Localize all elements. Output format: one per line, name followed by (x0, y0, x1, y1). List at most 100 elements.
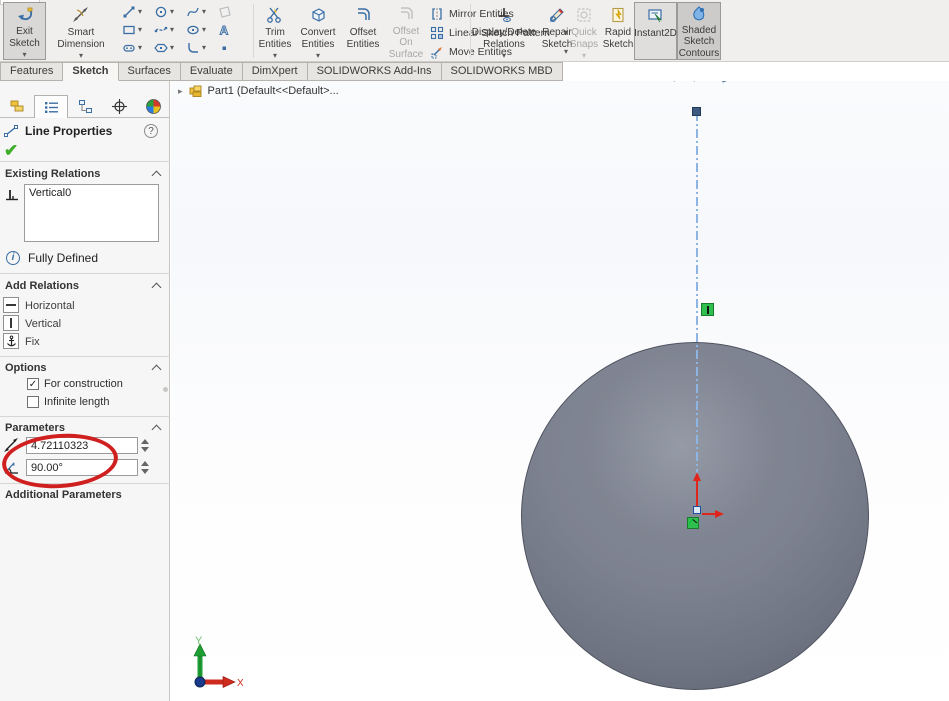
zoom-to-fit-icon[interactable] (660, 81, 677, 83)
for-construction-label[interactable]: For construction (44, 378, 123, 390)
dropdown-caret-icon[interactable]: ▾ (502, 52, 506, 60)
shaded-sketch-contours-button[interactable]: Shaded Sketch Contours (677, 2, 721, 60)
length-spinner[interactable] (141, 439, 149, 452)
edit-appearance-icon[interactable] (841, 81, 858, 83)
trim-entities-button[interactable]: Trim Entities ▾ (256, 2, 294, 60)
construction-line[interactable] (696, 112, 698, 510)
feature-manager-tab[interactable] (0, 95, 34, 118)
convert-entities-button[interactable]: Convert Entities ▾ (296, 2, 340, 60)
vertical-relation-label[interactable]: Vertical (25, 318, 61, 330)
display-manager-tab[interactable] (136, 95, 170, 118)
dropdown-caret-icon[interactable]: ▾ (202, 8, 206, 16)
coincident-relation-badge[interactable] (687, 517, 699, 529)
feature-tree-root[interactable]: ▸ Part1 (Default<<Default>... (178, 84, 339, 98)
infinite-length-label[interactable]: Infinite length (44, 396, 109, 408)
point-tool-button[interactable] (212, 39, 236, 57)
view-orientation-icon[interactable] (760, 81, 777, 83)
horizontal-relation-label[interactable]: Horizontal (25, 300, 75, 312)
add-relations-header[interactable]: Add Relations (0, 280, 170, 295)
hide-show-items-icon[interactable] (814, 81, 831, 83)
chevron-up-icon[interactable] (152, 425, 162, 435)
fix-relation-label[interactable]: Fix (25, 336, 40, 348)
tab-solidworks-mbd[interactable]: SOLIDWORKS MBD (442, 62, 563, 81)
dropdown-caret-icon[interactable]: ▾ (202, 26, 206, 34)
polygon-tool-button[interactable]: ▾ (148, 39, 180, 57)
freeform-spline-tool-button[interactable]: ▾ (148, 21, 180, 39)
infinite-length-checkbox[interactable] (27, 396, 39, 408)
view-settings-icon[interactable] (888, 81, 905, 83)
dropdown-caret-icon[interactable]: ▾ (79, 52, 83, 60)
exit-sketch-button[interactable]: Exit Sketch ▾ (3, 2, 46, 60)
chevron-up-icon[interactable] (152, 283, 162, 293)
previous-view-icon[interactable] (700, 81, 717, 83)
offset-on-surface-button: Offset On Surface (386, 2, 426, 60)
additional-parameters-header[interactable]: Additional Parameters (0, 489, 170, 504)
smart-dimension-button[interactable]: Smart Dimension ▾ (48, 2, 114, 60)
existing-relations-list[interactable]: Vertical0 (24, 184, 159, 242)
graphics-viewport[interactable]: ▸ Part1 (Default<<Default>... ▾ ▾ ▾ ▾ ▾ (171, 81, 949, 701)
instant2d-button[interactable]: Instant2D (634, 2, 677, 60)
line-endpoint-origin[interactable] (693, 506, 701, 514)
section-view-icon[interactable] (720, 81, 737, 83)
zoom-to-area-icon[interactable] (680, 81, 697, 83)
annotation-views-icon[interactable] (740, 81, 757, 83)
dropdown-caret-icon[interactable]: ▾ (22, 51, 26, 59)
chevron-up-icon[interactable] (152, 365, 162, 375)
infinite-length-row[interactable]: Infinite length (27, 396, 109, 408)
line-endpoint-top[interactable] (692, 107, 701, 116)
slot-tool-button[interactable]: ▾ (116, 39, 148, 57)
help-icon[interactable]: ? (144, 124, 158, 138)
vertical-relation-button[interactable] (3, 315, 19, 331)
for-construction-checkbox[interactable]: ✓ (27, 378, 39, 390)
configuration-manager-tab[interactable] (68, 95, 102, 118)
ok-check-icon[interactable]: ✔ (4, 141, 18, 161)
panel-splitter-handle[interactable] (163, 387, 168, 392)
angle-input[interactable] (26, 459, 138, 476)
circle-tool-button[interactable]: ▾ (148, 3, 180, 21)
expand-triangle-icon[interactable]: ▸ (178, 86, 183, 97)
tab-features[interactable]: Features (0, 62, 63, 81)
rapid-sketch-button[interactable]: Rapid Sketch (602, 2, 634, 60)
ellipse-tool-button[interactable]: ▾ (180, 21, 212, 39)
horizontal-relation-button[interactable] (3, 297, 19, 313)
part-label[interactable]: Part1 (Default<<Default>... (208, 85, 339, 97)
fix-relation-button[interactable] (3, 333, 19, 349)
display-style-icon[interactable] (787, 81, 804, 83)
tab-sketch[interactable]: Sketch (63, 62, 118, 81)
dropdown-caret-icon[interactable]: ▾ (170, 44, 174, 52)
tab-solidworks-add-ins[interactable]: SOLIDWORKS Add-Ins (308, 62, 442, 81)
existing-relations-header[interactable]: Existing Relations (0, 168, 170, 183)
linear-sketch-pattern-icon (430, 26, 444, 40)
display-delete-relations-button[interactable]: Display/Delete Relations ▾ (473, 2, 535, 60)
apply-scene-icon[interactable] (861, 81, 878, 83)
dropdown-caret-icon[interactable]: ▾ (170, 8, 174, 16)
dropdown-caret-icon[interactable]: ▾ (273, 52, 277, 60)
tab-surfaces[interactable]: Surfaces (119, 62, 181, 81)
offset-entities-button[interactable]: Offset Entities (342, 2, 384, 60)
vertical-relation-badge[interactable] (701, 303, 714, 316)
angle-spinner[interactable] (141, 461, 149, 474)
line-tool-button[interactable]: ▾ (116, 3, 148, 21)
dropdown-caret-icon[interactable]: ▾ (202, 44, 206, 52)
rectangle-tool-button[interactable]: ▾ (116, 21, 148, 39)
chevron-up-icon[interactable] (152, 171, 162, 181)
tab-evaluate[interactable]: Evaluate (181, 62, 243, 81)
fillet-tool-button[interactable]: ▾ (180, 39, 212, 57)
length-input[interactable] (26, 437, 138, 454)
parameters-header[interactable]: Parameters (0, 422, 170, 437)
property-manager-tab[interactable] (34, 95, 68, 118)
dropdown-caret-icon[interactable]: ▾ (138, 8, 142, 16)
for-construction-row[interactable]: ✓ For construction (27, 378, 123, 390)
text-tool-button[interactable]: A (212, 21, 236, 39)
dropdown-caret-icon[interactable]: ▾ (316, 52, 320, 60)
options-header[interactable]: Options (0, 362, 170, 377)
status-label: Fully Defined (28, 251, 98, 265)
tab-dimxpert[interactable]: DimXpert (243, 62, 308, 81)
dropdown-caret-icon[interactable]: ▾ (170, 26, 174, 34)
dimxpert-manager-tab[interactable] (102, 95, 136, 118)
relation-item[interactable]: Vertical0 (29, 187, 154, 199)
spline-tool-button[interactable]: ▾ (180, 3, 212, 21)
dropdown-caret-icon[interactable]: ▾ (138, 44, 142, 52)
smart-dimension-icon (71, 4, 91, 26)
dropdown-caret-icon[interactable]: ▾ (138, 26, 142, 34)
